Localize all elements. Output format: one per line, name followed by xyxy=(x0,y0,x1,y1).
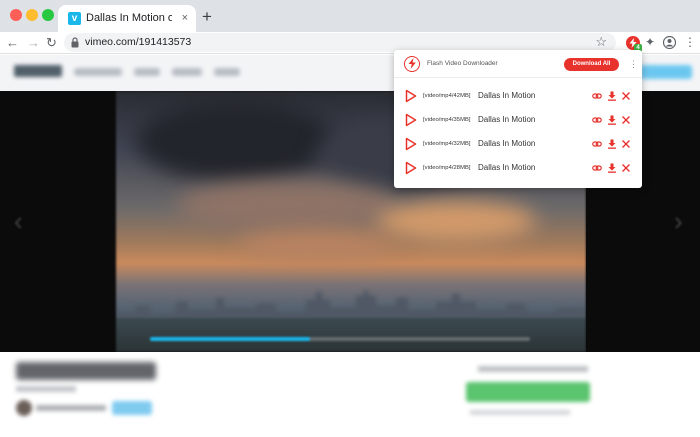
download-icon[interactable] xyxy=(607,115,617,125)
author-name-blurred[interactable] xyxy=(36,405,106,411)
forward-arrow-icon[interactable]: → xyxy=(27,35,40,50)
window-minimize-button[interactable] xyxy=(26,9,38,21)
download-all-button[interactable]: Download All xyxy=(564,58,619,71)
video-title: Dallas In Motion xyxy=(478,139,536,148)
close-icon[interactable] xyxy=(621,163,631,173)
browser-tab[interactable]: v Dallas In Motion on V × xyxy=(58,5,196,32)
player-controls[interactable] xyxy=(120,335,580,343)
video-meta-blurred xyxy=(16,386,76,392)
follow-button[interactable] xyxy=(112,401,152,415)
lock-icon xyxy=(71,37,79,48)
chevron-left-icon[interactable]: ‹ xyxy=(14,206,23,237)
chevron-right-icon[interactable]: › xyxy=(674,206,683,237)
site-nav-item[interactable] xyxy=(172,68,202,76)
reload-icon[interactable]: ↻ xyxy=(46,35,57,50)
site-nav-item[interactable] xyxy=(74,68,122,76)
close-icon[interactable] xyxy=(621,139,631,149)
flash-video-downloader-popup: Flash Video Downloader Download All ⋮ [v… xyxy=(394,50,642,188)
video-title: Dallas In Motion xyxy=(478,115,536,124)
list-item[interactable]: [video/mp4/28MB] Dallas In Motion xyxy=(394,156,642,180)
window-close-button[interactable] xyxy=(10,9,22,21)
tab-title: Dallas In Motion on V xyxy=(86,12,172,24)
video-title-blurred xyxy=(16,362,156,380)
link-icon[interactable] xyxy=(592,163,602,173)
new-tab-button[interactable]: + xyxy=(202,8,212,25)
play-icon[interactable] xyxy=(405,89,417,103)
video-side-panel: ‹ xyxy=(0,91,116,352)
site-nav-item[interactable] xyxy=(134,68,160,76)
list-item[interactable]: [video/mp4/35MB] Dallas In Motion xyxy=(394,108,642,132)
video-format: [video/mp4/32MB] xyxy=(423,141,471,147)
tab-strip: v Dallas In Motion on V × + xyxy=(0,0,700,32)
account-icon[interactable] xyxy=(662,34,677,53)
download-icon[interactable] xyxy=(607,163,617,173)
play-icon[interactable] xyxy=(405,161,417,175)
link-icon[interactable] xyxy=(592,115,602,125)
list-item[interactable]: [video/mp4/42MB] Dallas In Motion xyxy=(394,84,642,108)
progress-fill xyxy=(150,337,310,341)
download-icon[interactable] xyxy=(607,139,617,149)
more-vertical-icon[interactable]: ⋮ xyxy=(629,58,638,70)
green-action-button[interactable] xyxy=(466,382,590,402)
video-format: [video/mp4/42MB] xyxy=(423,93,471,99)
close-icon[interactable]: × xyxy=(182,12,188,25)
link-icon[interactable] xyxy=(592,139,602,149)
puzzle-icon[interactable]: ✦ xyxy=(645,34,655,50)
url-text: vimeo.com/191413573 xyxy=(85,36,192,48)
close-icon[interactable] xyxy=(621,91,631,101)
window-zoom-button[interactable] xyxy=(42,9,54,21)
side-text-blurred xyxy=(470,410,570,415)
video-info xyxy=(0,352,700,437)
site-nav-item[interactable] xyxy=(214,68,240,76)
video-format: [video/mp4/35MB] xyxy=(423,117,471,123)
side-text-blurred xyxy=(478,366,588,372)
download-icon[interactable] xyxy=(607,91,617,101)
video-format: [video/mp4/28MB] xyxy=(423,165,471,171)
play-icon[interactable] xyxy=(405,113,417,127)
more-menu-icon[interactable]: ⋮ xyxy=(684,34,696,50)
back-arrow-icon[interactable]: ← xyxy=(6,35,19,50)
site-join-button[interactable] xyxy=(640,65,692,79)
star-icon[interactable]: ☆ xyxy=(595,34,607,50)
link-icon[interactable] xyxy=(592,91,602,101)
popup-header: Flash Video Downloader Download All ⋮ xyxy=(394,50,642,78)
vimeo-icon: v xyxy=(68,12,81,25)
play-icon[interactable] xyxy=(405,137,417,151)
avatar[interactable] xyxy=(16,400,32,416)
lightning-icon xyxy=(404,56,420,72)
video-title: Dallas In Motion xyxy=(478,163,536,172)
list-item[interactable]: [video/mp4/32MB] Dallas In Motion xyxy=(394,132,642,156)
video-title: Dallas In Motion xyxy=(478,91,536,100)
popup-title: Flash Video Downloader xyxy=(427,60,498,67)
vimeo-logo xyxy=(14,65,62,77)
close-icon[interactable] xyxy=(621,115,631,125)
